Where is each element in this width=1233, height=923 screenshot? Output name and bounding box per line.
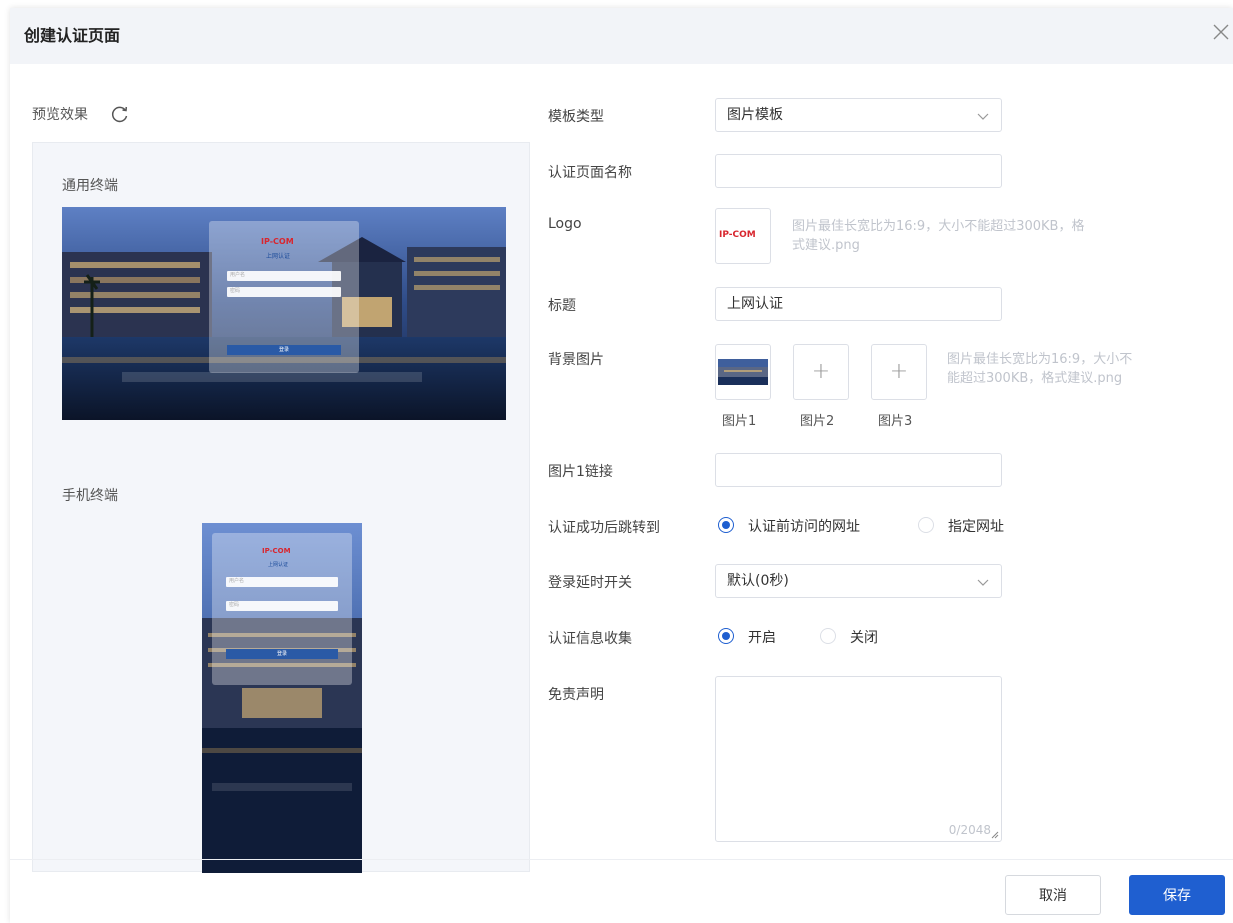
footer-divider: [10, 859, 1233, 860]
mobile-login-card: IP-COM 上网认证 用户名 密码 登录: [212, 533, 352, 685]
plus-icon: +: [889, 359, 909, 384]
card-logo: IP-COM: [261, 237, 294, 246]
card-subtitle: 上网认证: [266, 253, 291, 260]
login-delay-label: 登录延时开关: [548, 575, 632, 591]
disclaimer-counter: 0/2048: [948, 823, 991, 837]
info-collect-radio-off[interactable]: [820, 628, 836, 644]
ip-com-logo: IP-COM: [719, 230, 756, 240]
mobile-card-subtitle: 上网认证: [268, 562, 289, 568]
login-delay-value: 默认(0秒): [727, 573, 789, 589]
info-collect-label: 认证信息收集: [548, 631, 632, 647]
logo-upload[interactable]: IP-COM: [715, 208, 771, 264]
title-input[interactable]: 上网认证: [715, 287, 1002, 321]
logo-hint: 图片最佳长宽比为16:9，大小不能超过300KB，格式建议.png: [792, 219, 1085, 253]
preview-panel: 通用终端 IP-COM 上网认证 用户名 密码 登录 手机终端 IP-COM 上…: [32, 142, 530, 873]
mobile-card-password-input: 密码: [226, 601, 338, 611]
pc-terminal-label: 通用终端: [62, 178, 118, 194]
card-login-button: 登录: [227, 345, 341, 355]
mobile-card-logo: IP-COM: [262, 547, 291, 555]
card-password-input: 密码: [227, 287, 341, 297]
info-collect-option-off[interactable]: 关闭: [850, 627, 878, 647]
plus-icon: +: [811, 359, 831, 384]
dialog-header: 创建认证页面: [10, 8, 1233, 64]
redirect-radio-specific-url[interactable]: [918, 517, 934, 533]
slot-1-label: 图片1: [722, 414, 757, 429]
redirect-option-previous-url[interactable]: 认证前访问的网址: [748, 516, 860, 536]
image-link-input[interactable]: [715, 453, 1002, 487]
redirect-option-specific-url[interactable]: 指定网址: [948, 516, 1004, 536]
pc-preview-image: IP-COM 上网认证 用户名 密码 登录: [62, 207, 506, 420]
info-collect-radio-on[interactable]: [718, 628, 734, 644]
refresh-icon[interactable]: [110, 104, 130, 124]
create-auth-page-dialog: 创建认证页面 预览效果 通用终端 IP-COM 上网认证 用户名 密码 登录 手…: [10, 8, 1233, 923]
preview-label: 预览效果: [32, 107, 88, 123]
mobile-card-login-button: 登录: [226, 649, 338, 659]
page-name-label: 认证页面名称: [548, 165, 632, 181]
mobile-preview-image: IP-COM 上网认证 用户名 密码 登录: [202, 523, 362, 873]
save-button[interactable]: 保存: [1129, 875, 1225, 915]
slot-3-label: 图片3: [878, 414, 913, 429]
card-username-input: 用户名: [227, 271, 341, 281]
background-slot-3[interactable]: +: [871, 344, 927, 400]
background-slot-1[interactable]: [715, 344, 771, 400]
redirect-label: 认证成功后跳转到: [548, 520, 660, 536]
dialog-title: 创建认证页面: [24, 26, 121, 45]
pc-login-card: IP-COM 上网认证 用户名 密码 登录: [209, 221, 359, 373]
resize-handle-icon[interactable]: [991, 831, 999, 839]
mobile-terminal-label: 手机终端: [62, 488, 118, 504]
close-icon[interactable]: [1211, 22, 1233, 44]
mobile-card-username-input: 用户名: [226, 577, 338, 587]
disclaimer-label: 免责声明: [548, 687, 604, 703]
background-thumbnail: [718, 359, 768, 385]
logo-label: Logo: [548, 216, 582, 232]
redirect-radio-previous-url[interactable]: [718, 517, 734, 533]
image-link-label: 图片1链接: [548, 464, 613, 480]
chevron-down-icon: [977, 113, 989, 120]
template-type-value: 图片模板: [727, 107, 783, 123]
title-label: 标题: [548, 298, 576, 314]
background-label: 背景图片: [548, 352, 604, 368]
disclaimer-textarea[interactable]: 0/2048: [715, 676, 1002, 842]
login-delay-select[interactable]: 默认(0秒): [715, 564, 1002, 598]
info-collect-option-on[interactable]: 开启: [748, 627, 776, 647]
template-type-label: 模板类型: [548, 109, 604, 125]
page-name-input[interactable]: [715, 154, 1002, 188]
background-hint: 图片最佳长宽比为16:9，大小不能超过300KB，格式建议.png: [947, 352, 1133, 386]
chevron-down-icon: [977, 579, 989, 586]
template-type-select[interactable]: 图片模板: [715, 98, 1002, 132]
slot-2-label: 图片2: [800, 414, 835, 429]
background-slot-2[interactable]: +: [793, 344, 849, 400]
cancel-button[interactable]: 取消: [1005, 875, 1101, 915]
